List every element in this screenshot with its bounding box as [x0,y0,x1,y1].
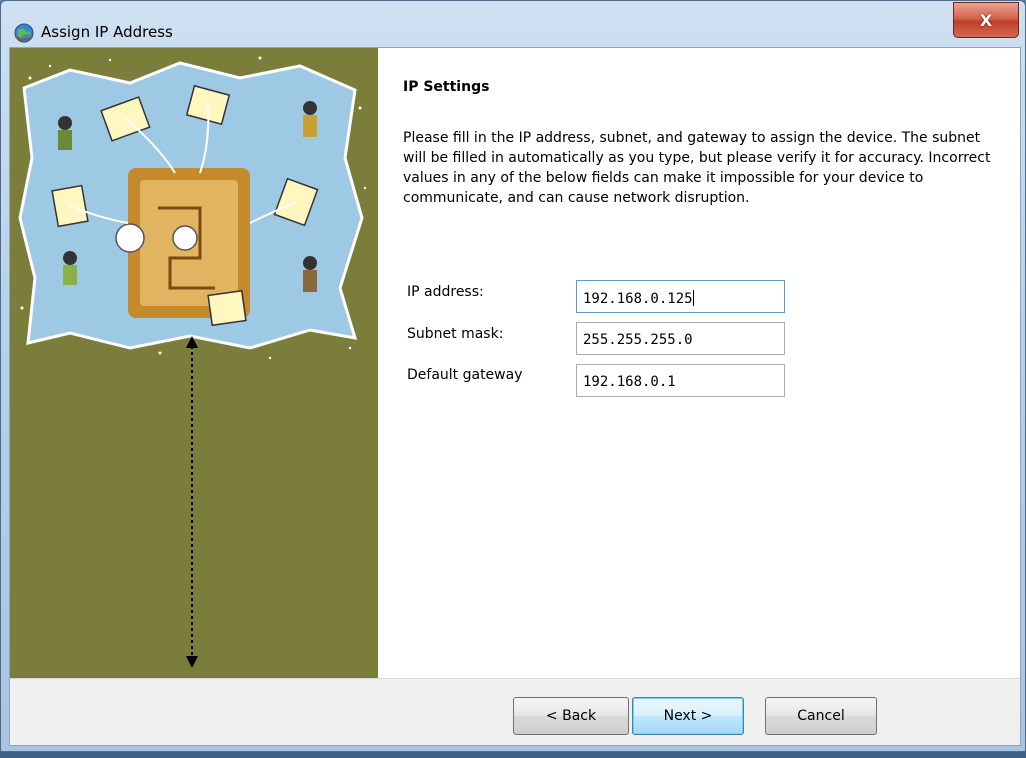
ip-address-label: IP address: [407,284,484,300]
subnet-mask-value: 255.255.255.0 [583,332,693,348]
back-button[interactable]: < Back [513,697,629,735]
default-gateway-field[interactable]: 192.168.0.1 [576,364,785,397]
assign-ip-dialog: Assign IP Address X IP Settings Please f… [0,0,1026,752]
cancel-button[interactable]: Cancel [765,697,877,735]
subnet-mask-field[interactable]: 255.255.255.0 [576,322,785,355]
text-caret [692,290,694,306]
subnet-mask-label: Subnet mask: [407,326,504,342]
page-title: IP Settings [403,79,490,95]
close-button[interactable]: X [953,2,1019,38]
close-icon: X [979,10,993,30]
instructions-text: Please fill in the IP address, subnet, a… [403,130,991,206]
footer-divider [10,678,1020,679]
ip-address-field[interactable]: 192.168.0.125 [576,280,785,313]
settings-panel: IP Settings Please fill in the IP addres… [378,48,1020,678]
default-gateway-label: Default gateway [407,367,523,383]
ip-address-value: 192.168.0.125 [583,291,693,307]
wizard-illustration [18,56,367,668]
dialog-client-area: IP Settings Please fill in the IP addres… [9,47,1021,746]
next-button[interactable]: Next > [632,697,744,735]
default-gateway-value: 192.168.0.1 [583,374,676,390]
network-globe-icon [14,23,34,43]
wizard-banner [10,48,378,678]
window-title: Assign IP Address [41,23,173,41]
